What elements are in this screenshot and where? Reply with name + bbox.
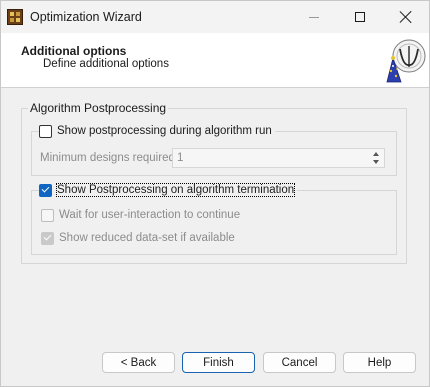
spin-down-icon[interactable] — [373, 160, 379, 164]
window-title: Optimization Wizard — [30, 10, 142, 24]
min-designs-label: Minimum designs required: — [40, 152, 179, 164]
show-on-termination-checkbox[interactable] — [39, 183, 52, 197]
show-during-run-checkbox-row[interactable]: Show postprocessing during algorithm run — [39, 123, 275, 139]
title-bar[interactable]: Optimization Wizard — [1, 1, 429, 33]
show-reduced-label[interactable]: Show reduced data-set if available — [59, 232, 235, 244]
cancel-button[interactable]: Cancel — [263, 352, 336, 373]
show-during-run-label[interactable]: Show postprocessing during algorithm run — [57, 125, 272, 137]
show-on-termination-checkbox-row[interactable]: Show Postprocessing on algorithm termina… — [39, 182, 298, 198]
min-designs-value[interactable]: 1 — [177, 152, 183, 164]
checkmark-icon — [43, 232, 52, 241]
back-button[interactable]: < Back — [102, 352, 175, 373]
minimize-icon — [309, 16, 319, 18]
wait-for-user-checkbox[interactable] — [41, 208, 54, 222]
show-during-run-checkbox[interactable] — [39, 124, 52, 138]
app-icon — [7, 9, 23, 25]
show-on-termination-label[interactable]: Show Postprocessing on algorithm termina… — [55, 183, 296, 197]
close-button[interactable] — [383, 1, 429, 33]
maximize-button[interactable] — [337, 1, 383, 33]
optimization-wizard-window: Optimization Wizard Additional options D… — [0, 0, 430, 387]
show-reduced-checkbox-row[interactable]: Show reduced data-set if available — [41, 230, 235, 246]
show-reduced-checkbox[interactable] — [41, 231, 54, 245]
minimize-button[interactable] — [291, 1, 337, 33]
maximize-icon — [355, 12, 365, 22]
close-icon — [400, 11, 412, 23]
spin-buttons[interactable] — [371, 150, 383, 166]
header-subtitle: Define additional options — [43, 58, 169, 70]
wizard-header: Additional options Define additional opt… — [1, 33, 429, 88]
wizard-hat-icon — [386, 39, 426, 83]
help-button[interactable]: Help — [343, 352, 416, 373]
header-title: Additional options — [21, 44, 127, 58]
min-designs-spinbox[interactable]: 1 — [172, 148, 385, 168]
wait-for-user-checkbox-row[interactable]: Wait for user-interaction to continue — [41, 207, 240, 223]
finish-button[interactable]: Finish — [182, 352, 255, 373]
checkmark-icon — [41, 184, 50, 193]
group-legend: Algorithm Postprocessing — [28, 101, 169, 115]
wait-for-user-label[interactable]: Wait for user-interaction to continue — [59, 209, 240, 221]
footer-separator — [1, 339, 429, 340]
spin-up-icon[interactable] — [373, 152, 379, 156]
